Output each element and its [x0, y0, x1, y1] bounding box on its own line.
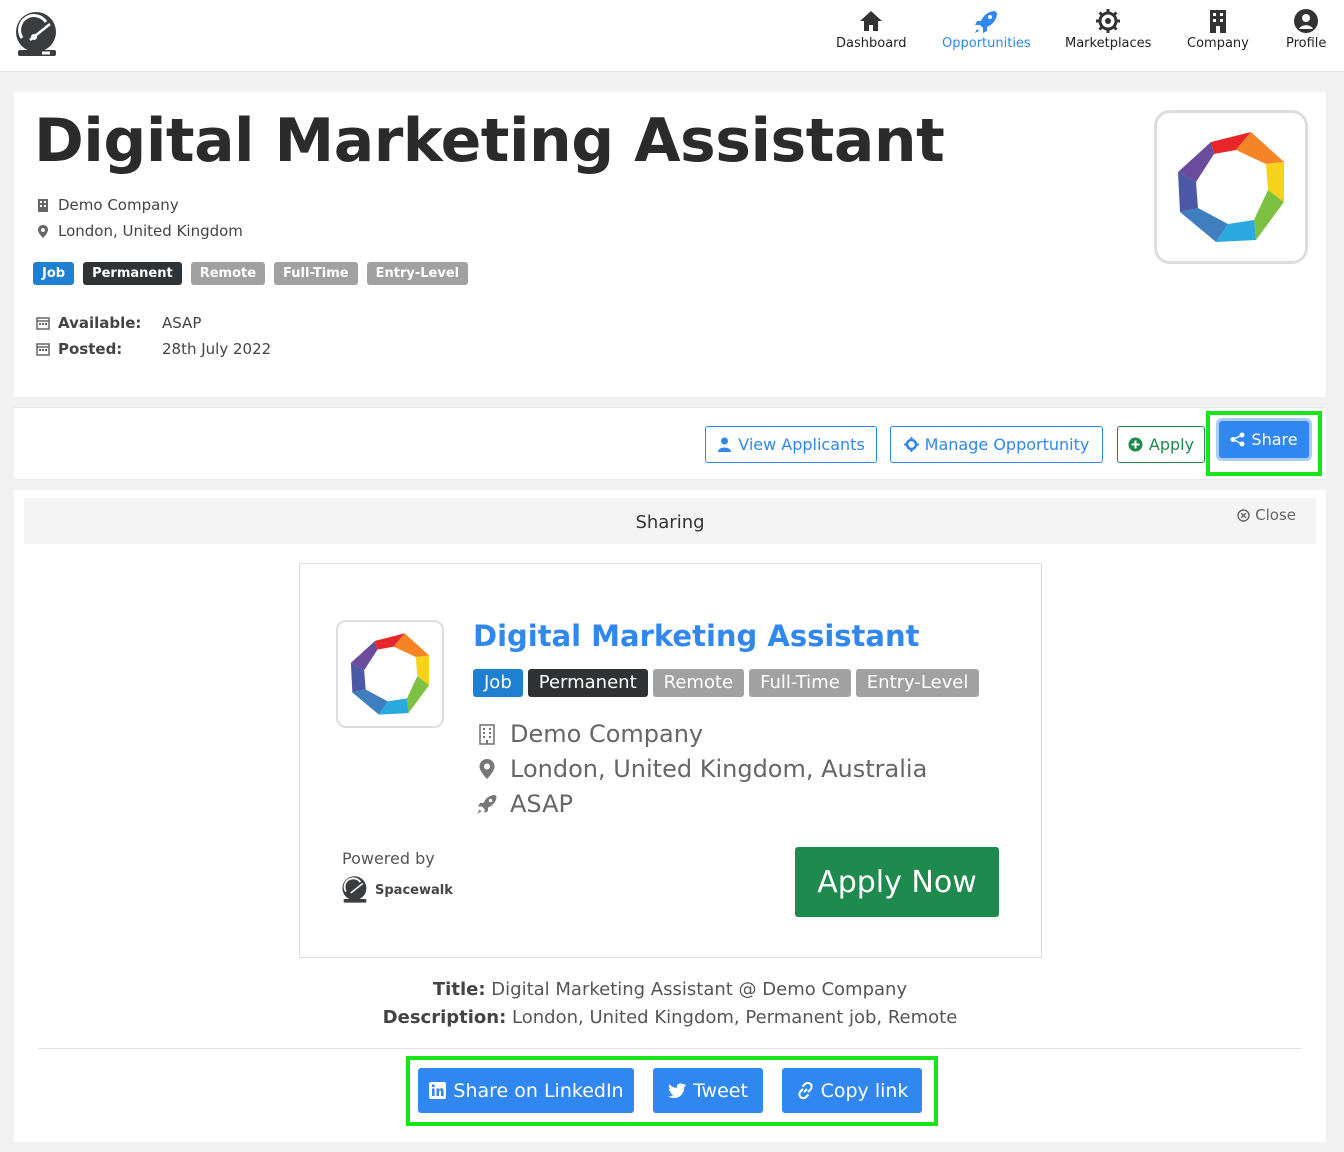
location-text: London, United Kingdom: [58, 222, 243, 240]
location-line: London, United Kingdom: [36, 222, 243, 240]
view-applicants-button[interactable]: View Applicants: [705, 426, 877, 463]
preview-company-logo: [336, 620, 444, 728]
preview-tag-permanent: Permanent: [527, 669, 648, 697]
available-row: Available: ASAP: [36, 310, 271, 336]
opportunity-action-bar: View Applicants Manage Opportunity Apply…: [14, 407, 1326, 480]
nav-profile[interactable]: Profile: [1286, 8, 1326, 51]
close-sharing-button[interactable]: Close: [1237, 506, 1296, 524]
manage-opportunity-button[interactable]: Manage Opportunity: [890, 426, 1103, 463]
share-title-label: Title:: [432, 979, 486, 1000]
preview-tag-remote: Remote: [652, 669, 745, 697]
apply-button[interactable]: Apply: [1117, 426, 1205, 463]
company-logo-icon: [350, 633, 430, 715]
tag-remote: Remote: [190, 262, 266, 285]
company-logo: [1154, 110, 1308, 264]
share-button-highlight: [1206, 411, 1322, 476]
nav-company[interactable]: Company: [1187, 8, 1249, 51]
sharing-header: Sharing Close: [24, 498, 1316, 544]
nav-profile-label: Profile: [1286, 36, 1327, 51]
preview-company-line: Demo Company: [476, 720, 703, 748]
share-title-line: Title: Digital Marketing Assistant @ Dem…: [14, 979, 1326, 1000]
nav-opportunities-label: Opportunities: [942, 36, 1031, 51]
preview-title: Digital Marketing Assistant: [473, 619, 920, 653]
spacewalk-logo-icon[interactable]: [12, 10, 62, 60]
share-description-label: Description:: [382, 1007, 507, 1028]
tag-permanent: Permanent: [83, 262, 182, 285]
nav-marketplaces-label: Marketplaces: [1065, 36, 1152, 51]
share-description-line: Description: London, United Kingdom, Per…: [14, 1007, 1326, 1028]
nav-company-label: Company: [1187, 36, 1249, 51]
tag-full-time: Full-Time: [274, 262, 358, 285]
preview-tags: Job Permanent Remote Full-Time Entry-Lev…: [473, 669, 980, 697]
company-line: Demo Company: [36, 196, 179, 214]
nav-dashboard-label: Dashboard: [836, 36, 907, 51]
sharing-title: Sharing: [635, 512, 705, 533]
tag-entry-level: Entry-Level: [366, 262, 469, 285]
nav-marketplaces[interactable]: Marketplaces: [1065, 8, 1151, 51]
top-navigation-bar: Dashboard Opportunities Marketplaces Com…: [0, 0, 1344, 72]
plus-circle-icon: [1128, 437, 1143, 452]
preview-location-line: London, United Kingdom, Australia: [476, 755, 927, 783]
view-applicants-label: View Applicants: [738, 435, 865, 454]
calendar-icon: [36, 317, 50, 330]
close-label: Close: [1255, 506, 1296, 524]
apply-label: Apply: [1148, 435, 1195, 454]
share-title-value: Digital Marketing Assistant @ Demo Compa…: [491, 979, 908, 1000]
posted-row: Posted: 28th July 2022: [36, 336, 271, 362]
map-pin-icon: [479, 759, 495, 779]
preview-tag-full-time: Full-Time: [749, 669, 851, 697]
rocket-icon: [477, 795, 497, 814]
posted-value: 28th July 2022: [162, 340, 272, 358]
preview-tag-entry-level: Entry-Level: [855, 669, 980, 697]
apply-now-button[interactable]: Apply Now: [795, 847, 999, 917]
available-value: ASAP: [162, 314, 202, 332]
preview-tag-job: Job: [473, 669, 523, 697]
page-title: Digital Marketing Assistant: [34, 106, 945, 176]
share-preview-card: Digital Marketing Assistant Job Permanen…: [299, 563, 1042, 958]
building-icon: [38, 199, 48, 212]
opportunity-header-card: Digital Marketing Assistant Demo Company…: [14, 92, 1326, 397]
manage-opportunity-label: Manage Opportunity: [924, 435, 1090, 454]
building-outline-icon: [479, 724, 495, 745]
tag-job: Job: [33, 262, 75, 285]
brand-name: Spacewalk: [375, 882, 453, 898]
gear-icon: [1096, 9, 1121, 33]
close-circle-icon: [1237, 508, 1250, 522]
powered-by-label: Powered by: [342, 849, 435, 868]
sharing-panel: Sharing Close Digital Marketing Assistan…: [14, 490, 1326, 1142]
preview-availability-line: ASAP: [476, 790, 573, 818]
preview-company: Demo Company: [510, 720, 704, 748]
gear-icon: [903, 437, 919, 452]
home-icon: [860, 11, 883, 31]
preview-location: London, United Kingdom, Australia: [510, 755, 928, 783]
preview-availability: ASAP: [510, 790, 573, 818]
calendar-icon: [36, 343, 50, 356]
map-pin-icon: [38, 225, 48, 238]
divider: [38, 1048, 1302, 1049]
posted-label: Posted:: [58, 340, 123, 358]
building-icon: [1209, 10, 1226, 33]
company-logo-icon: [1178, 132, 1284, 242]
company-name: Demo Company: [58, 196, 179, 214]
user-icon: [718, 437, 732, 452]
nav-dashboard[interactable]: Dashboard: [836, 8, 907, 51]
job-dates: Available: ASAP Posted: 28th July 2022: [36, 310, 271, 362]
share-description-value: London, United Kingdom, Permanent job, R…: [512, 1007, 958, 1028]
spacewalk-logo-icon: [342, 876, 367, 903]
nav-opportunities[interactable]: Opportunities: [942, 8, 1031, 51]
job-tags: Job Permanent Remote Full-Time Entry-Lev…: [33, 262, 469, 285]
available-label: Available:: [58, 314, 142, 332]
rocket-icon: [975, 11, 998, 33]
social-buttons-highlight: [406, 1056, 938, 1126]
user-circle-icon: [1294, 9, 1319, 33]
powered-by-brand[interactable]: Spacewalk: [340, 875, 453, 905]
